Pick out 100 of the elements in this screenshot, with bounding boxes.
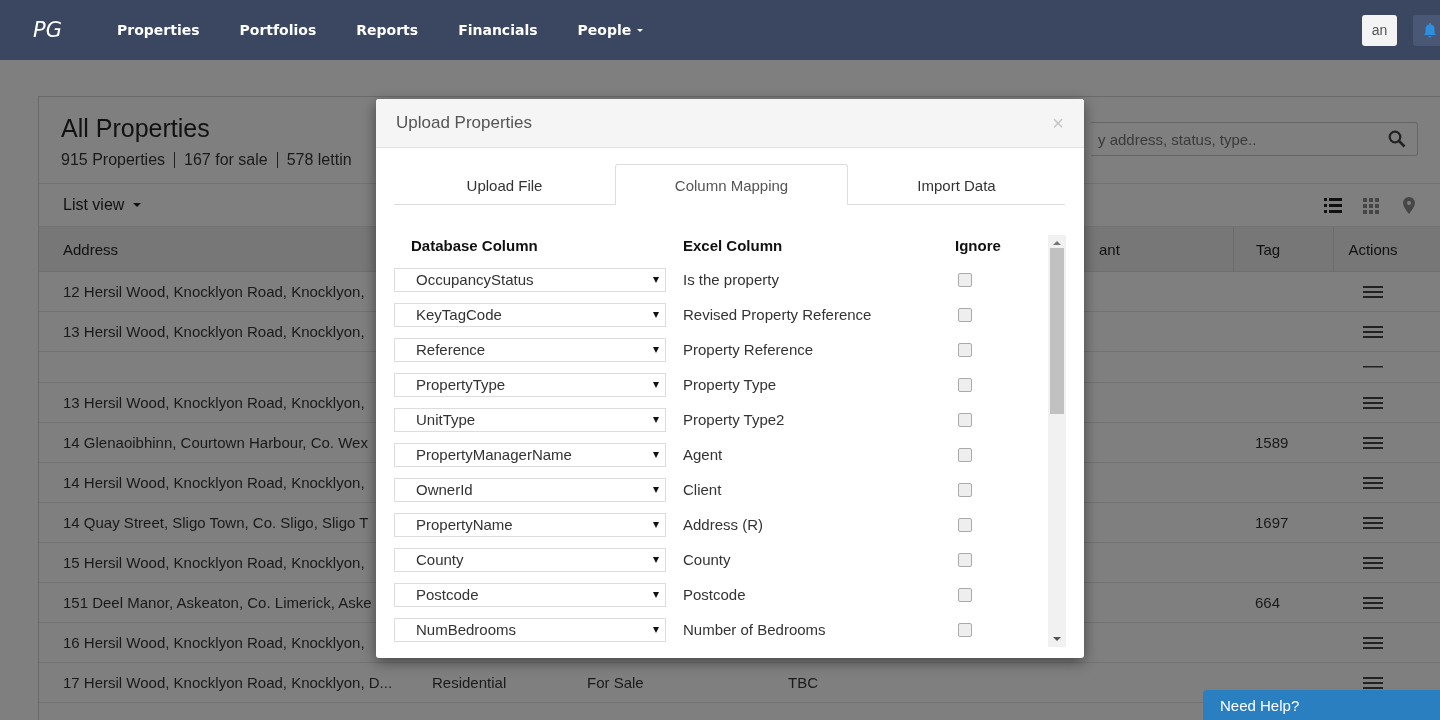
user-button[interactable]: an [1362,14,1397,46]
menu-icon[interactable] [1362,396,1383,409]
column-select[interactable]: Postcode [394,582,666,607]
table-cell: 15 Hersil Wood, Knocklyon Road, Knocklyon, [63,554,365,571]
menu-icon[interactable] [1362,676,1383,689]
nav-link[interactable]: Reports [356,22,419,38]
excel-column-text: Client [683,481,723,498]
dialog-title: Upload Properties [396,113,533,133]
list-view-button[interactable] [1324,196,1342,214]
column-header: Tag [1233,227,1333,272]
ignore-checkbox[interactable] [958,412,972,427]
table-cell: 1589 [1255,434,1289,451]
menu-icon[interactable] [1362,556,1383,569]
grid-icon [1362,196,1380,214]
table-cell: 13 Hersil Wood, Knocklyon Road, Knocklyon, [63,394,365,411]
scrollbar[interactable] [1048,235,1066,647]
table-cell: 14 Hersil Wood, Knocklyon Road, Knocklyon, [63,474,365,491]
help-button[interactable]: Need Help? [1203,690,1440,720]
menu-icon[interactable] [1362,516,1383,529]
nav-link[interactable]: People [577,22,644,38]
table-cell: 12 Hersil Wood, Knocklyon Road, Knocklyon, [63,283,365,300]
column-header: ant [1085,227,1233,272]
caret-icon [653,381,659,388]
caret-icon [653,276,659,283]
excel-column-text: Property Type2 [683,411,786,428]
caret-icon [653,486,659,493]
ignore-checkbox[interactable] [958,587,972,602]
nav-link[interactable]: Properties [117,22,200,38]
column-header: Ignore [954,236,1002,254]
menu-icon[interactable] [1362,476,1383,489]
menu-icon[interactable] [1362,636,1383,649]
caret-icon [653,626,659,633]
stat-text: 915 Properties [61,152,167,168]
notifications-button[interactable] [1413,14,1440,46]
logo[interactable]: PG [33,18,117,42]
column-select[interactable]: County [394,547,666,572]
nav-link[interactable]: Portfolios [239,22,317,38]
column-select[interactable]: PropertyType [394,372,666,397]
stat-text: 167 for sale [174,152,277,168]
menu-icon[interactable] [1362,596,1383,609]
ignore-checkbox[interactable] [958,307,972,322]
ignore-checkbox[interactable] [958,342,972,357]
table-cell: 17 Hersil Wood, Knocklyon Road, Knocklyon, D... [63,674,393,691]
excel-column-text: Revised Property Reference [683,306,873,323]
table-cell: 16 Hersil Wood, Knocklyon Road, Knocklyon, [63,634,365,651]
caret-icon [653,311,659,318]
map-view-button[interactable] [1400,196,1418,214]
column-select[interactable]: OwnerId [394,477,666,502]
ignore-checkbox[interactable] [958,552,972,567]
tab[interactable]: Import Data [848,164,1065,205]
table-cell: 13 Hersil Wood, Knocklyon Road, Knocklyon, [63,323,365,340]
table-cell: 14 Quay Street, Sligo Town, Co. Sligo, Sligo T [63,514,369,531]
ignore-checkbox[interactable] [958,517,972,532]
page-title: All Properties [61,114,211,143]
caret-icon [653,591,659,598]
table-cell: 151 Deel Manor, Askeaton, Co. Limerick, Aske [63,594,372,611]
column-select[interactable]: NumBedrooms [394,617,666,642]
grid-view-button[interactable] [1362,196,1380,214]
column-select[interactable]: PropertyName [394,512,666,537]
ignore-checkbox[interactable] [958,482,972,497]
caret-icon [653,416,659,423]
map-pin-icon [1400,196,1418,214]
excel-column-text: Number of Bedrooms [683,621,827,638]
column-select[interactable]: OccupancyStatus [394,267,666,292]
view-dropdown[interactable]: List view [63,196,142,214]
table-cell: TBC [788,674,818,691]
excel-column-text: Address (R) [683,516,765,533]
caret-icon [653,346,659,353]
ignore-checkbox[interactable] [958,377,972,392]
excel-column-text: County [683,551,732,568]
bell-icon [1422,22,1438,38]
column-header: Excel Column [683,236,784,254]
list-icon [1324,196,1342,214]
table-cell: Residential [432,674,507,691]
column-header: Actions [1333,227,1440,272]
table-cell: 14 Glenaoibhinn, Courtown Harbour, Co. Wex [63,434,368,451]
tab[interactable]: Column Mapping [615,164,848,205]
menu-icon[interactable] [1362,285,1383,298]
excel-column-text: Agent [683,446,724,463]
caret-icon [637,28,644,32]
column-select[interactable]: Reference [394,337,666,362]
ignore-checkbox[interactable] [958,622,972,637]
search-icon[interactable] [1388,130,1406,148]
ignore-checkbox[interactable] [958,447,972,462]
caret-icon [653,556,659,563]
table-cell: 1697 [1255,514,1289,531]
excel-column-text: Is the property [683,271,780,288]
column-select[interactable]: KeyTagCode [394,302,666,327]
excel-column-text: Property Type [683,376,778,393]
search-field[interactable]: y address, status, type.. [1091,122,1418,156]
menu-icon[interactable] [1362,325,1383,338]
table-cell: 664 [1255,594,1281,611]
caret-icon [653,521,659,528]
ignore-checkbox[interactable] [958,272,972,287]
column-select[interactable]: UnitType [394,407,666,432]
nav-link[interactable]: Financials [458,22,538,38]
caret-icon [133,203,142,207]
menu-icon[interactable] [1362,436,1383,449]
tab[interactable]: Upload File [394,164,615,205]
column-select[interactable]: PropertyManagerName [394,442,666,467]
